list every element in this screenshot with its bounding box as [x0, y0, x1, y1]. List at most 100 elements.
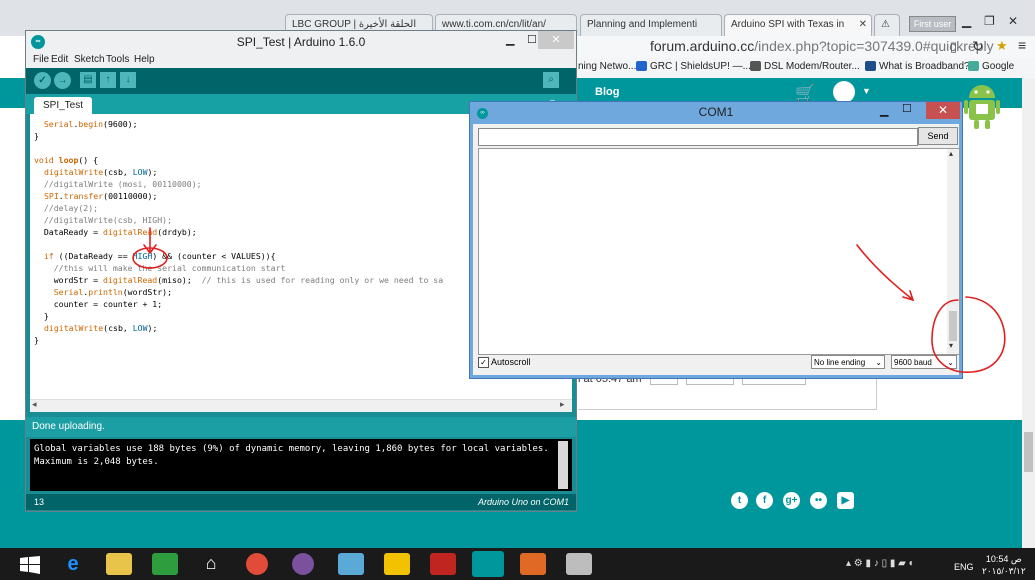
baud-rate-select[interactable]: 9600 baud ⌄ [891, 355, 957, 369]
baud-rate-value: 9600 baud [894, 358, 932, 367]
bookmarks-bar: ning Netwo... GRC | ShieldsUP! —... DSL … [560, 58, 1035, 78]
google-plus-icon[interactable]: g+ [783, 492, 800, 509]
maximize-icon[interactable]: ☐ [902, 102, 912, 115]
store-icon[interactable] [152, 553, 178, 575]
bookmark-google[interactable]: Google [968, 61, 1014, 72]
home-icon[interactable]: ⌂ [198, 553, 224, 575]
browser-tab-arduino[interactable]: Arduino SPI with Texas in ✕ [724, 14, 872, 36]
chevron-down-icon: ⌄ [947, 358, 954, 367]
maximize-icon[interactable]: ☐ [527, 33, 537, 46]
restore-icon[interactable]: ❐ [984, 14, 995, 28]
code-line: if ((DataReady == HIGH) && (counter < VA… [43, 251, 276, 261]
code-line: counter = counter + 1; [34, 299, 163, 309]
menu-icon[interactable]: ≡ [1018, 37, 1026, 53]
close-icon[interactable]: ✕ [1008, 14, 1018, 28]
reload-icon[interactable]: ↻ [972, 38, 984, 55]
url-text[interactable]: forum.arduino.cc/index.php?topic=307439.… [650, 38, 994, 54]
browser-tab-planning[interactable]: Planning and Implementi [580, 14, 722, 36]
close-icon[interactable]: ✕ [926, 102, 960, 119]
code-line: DataReady = digitalRead(drdyb); [34, 227, 197, 237]
twitter-icon[interactable]: t [731, 492, 748, 509]
new-tab-button[interactable]: ⚠ [874, 14, 900, 36]
console-scrollbar[interactable] [558, 441, 568, 489]
minimize-icon[interactable]: ▁ [506, 33, 514, 46]
verify-icon[interactable]: ✓ [34, 72, 51, 89]
browser-tab-label: Arduino SPI with Texas in [731, 19, 845, 30]
language-indicator[interactable]: ENG [954, 562, 974, 572]
youtube-icon[interactable]: ▶ [837, 492, 854, 509]
window-title: SPI_Test | Arduino 1.6.0 [236, 35, 366, 49]
close-tab-icon[interactable]: ✕ [859, 15, 867, 35]
page-scrollbar[interactable] [1022, 78, 1035, 548]
scroll-right-icon[interactable]: ▸ [560, 399, 565, 410]
nav-blog-link[interactable]: Blog [595, 86, 619, 98]
serial-monitor-body: Send ▴ ▾ ✓ Autoscroll No line ending ⌄ 960… [473, 124, 960, 375]
upload-icon[interactable]: → [54, 72, 71, 89]
browser-tab-label: www.ti.com.cn/cn/lit/an/ [442, 19, 546, 30]
arduino-taskbar-icon[interactable] [472, 551, 504, 577]
android-icon [964, 85, 1000, 129]
code-line: SPI.transfer(00110000); [44, 191, 158, 201]
star-icon[interactable]: ★ [996, 38, 1008, 54]
autoscroll-checkbox[interactable]: ✓ Autoscroll [478, 357, 531, 369]
scroll-down-icon[interactable]: ▾ [949, 341, 953, 350]
minimize-icon[interactable]: ▁ [962, 14, 971, 28]
serial-output-scrollbar-thumb[interactable] [949, 311, 957, 341]
sticky-notes-icon[interactable] [384, 553, 410, 575]
editor-horizontal-scrollbar[interactable]: ◂ ▸ [30, 399, 572, 412]
file-explorer-icon[interactable] [106, 553, 132, 575]
code-line: digitalWrite(csb, LOW); [44, 167, 158, 177]
bookmark-networking[interactable]: ning Netwo... [578, 61, 636, 72]
menu-tools[interactable]: Tools [106, 54, 129, 65]
cart-icon[interactable]: 🛒 [795, 83, 815, 103]
scroll-left-icon[interactable]: ◂ [32, 399, 37, 410]
viber-icon[interactable] [292, 553, 314, 575]
page-scrollbar-thumb[interactable] [1024, 432, 1033, 472]
panel-border [578, 409, 877, 410]
url-path: /index.php?topic=307439.0#quickreply [754, 38, 994, 54]
menu-edit[interactable]: Edit [51, 54, 68, 65]
profile-label: First user [913, 19, 952, 29]
media-player-icon[interactable] [520, 553, 546, 575]
document-icon[interactable] [566, 553, 592, 575]
open-sketch-icon[interactable]: ↑ [100, 72, 116, 88]
chevron-down-icon: ⌄ [875, 358, 882, 367]
system-tray-icons[interactable]: ▴ ⚙ ▮ ♪ ▯ ▮ ▰ ◐ [846, 558, 915, 569]
internet-explorer-icon[interactable]: e [60, 553, 86, 575]
profile-button[interactable]: First user [909, 16, 956, 32]
close-icon[interactable]: ✕ [538, 31, 574, 49]
ide-toolbar: ✓ → ▤ ↑ ↓ ⌕ [26, 68, 576, 94]
warning-icon: ⚠ [881, 19, 890, 30]
serial-monitor-icon[interactable]: ⌕ [543, 72, 559, 88]
code-line: Serial.println(wordStr); [53, 287, 173, 297]
windows-start-icon[interactable] [20, 556, 40, 574]
serial-output[interactable]: ▴ ▾ [478, 148, 960, 355]
output-console[interactable]: Global variables use 188 bytes (9%) of d… [30, 439, 572, 491]
code-line: //digitalWrite (mosi, 00110000); [34, 179, 202, 189]
acrobat-icon[interactable] [430, 553, 456, 575]
tab-spi-test[interactable]: SPI_Test [34, 97, 92, 114]
send-button[interactable]: Send [918, 127, 958, 145]
menu-file[interactable]: File [33, 54, 49, 65]
facebook-icon[interactable]: f [756, 492, 773, 509]
scroll-up-icon[interactable]: ▴ [949, 149, 953, 158]
flickr-icon[interactable]: •• [810, 492, 827, 509]
bookmark-broadband[interactable]: What is Broadband? [865, 61, 970, 72]
chrome-icon[interactable] [246, 553, 268, 575]
console-line: Global variables use 188 bytes (9%) of d… [34, 444, 549, 454]
menu-help[interactable]: Help [134, 54, 155, 65]
line-ending-select[interactable]: No line ending ⌄ [811, 355, 885, 369]
serial-input[interactable] [478, 128, 918, 146]
avatar[interactable] [833, 81, 855, 103]
bookmark-dsl[interactable]: DSL Modem/Router... [750, 61, 860, 72]
autoscroll-label: Autoscroll [491, 357, 531, 367]
minimize-icon[interactable]: ▁ [880, 104, 888, 117]
menu-sketch[interactable]: Sketch [74, 54, 105, 65]
notes-icon[interactable] [338, 553, 364, 575]
new-sketch-icon[interactable]: ▤ [80, 72, 96, 88]
bookmark-grc[interactable]: GRC | ShieldsUP! —... [636, 61, 751, 72]
menu-bar: File Edit Sketch Tools Help [26, 53, 576, 68]
clock[interactable]: 10:54 ص ٢٠١٥/٠٣/١٢ [982, 553, 1026, 577]
chevron-down-icon[interactable]: ▼ [862, 86, 871, 96]
save-sketch-icon[interactable]: ↓ [120, 72, 136, 88]
